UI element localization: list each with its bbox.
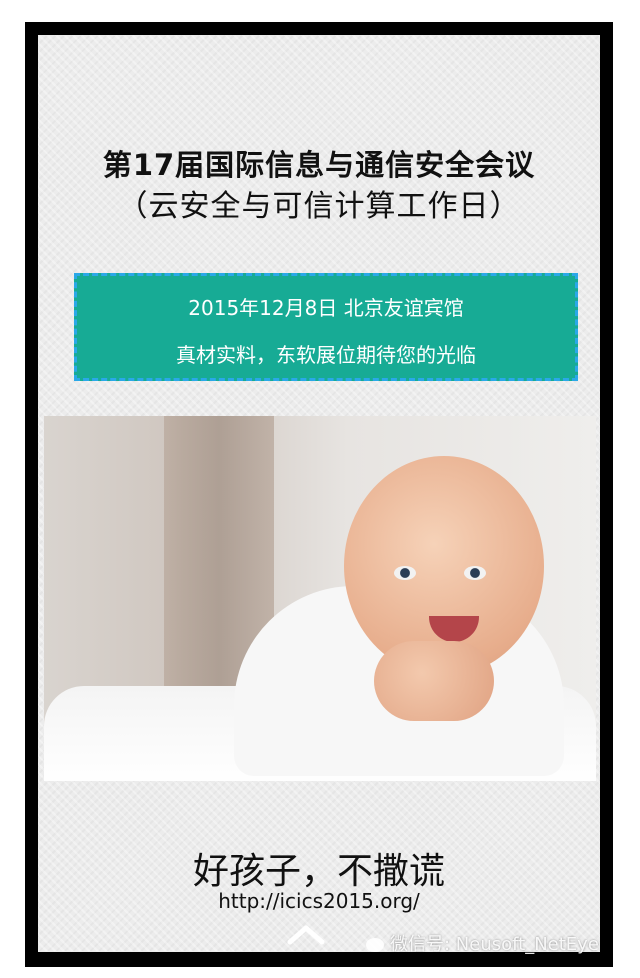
baby-eye-left	[394, 566, 416, 580]
page-subtitle: （云安全与可信计算工作日）	[117, 189, 521, 224]
chevron-up-icon[interactable]	[286, 912, 326, 952]
slogan: 好孩子，不撒谎	[192, 851, 445, 892]
baby-eye-right	[464, 566, 486, 580]
event-date-location: 2015年12月8日 北京友谊宾馆	[188, 296, 464, 320]
wechat-icon	[366, 938, 384, 952]
event-invitation: 真材实料，东软展位期待您的光临	[176, 343, 476, 367]
baby-hands	[374, 641, 494, 721]
event-info-banner: 2015年12月8日 北京友谊宾馆 真材实料，东软展位期待您的光临	[74, 273, 578, 381]
page-title: 第17届国际信息与通信安全会议	[102, 148, 536, 182]
website-link[interactable]: http://icics2015.org/	[38, 889, 600, 913]
watermark-text: 微信号: Neusoft_NetEye	[390, 934, 599, 955]
wechat-watermark: 微信号: Neusoft_NetEye	[366, 930, 599, 956]
baby-photo	[44, 416, 596, 781]
